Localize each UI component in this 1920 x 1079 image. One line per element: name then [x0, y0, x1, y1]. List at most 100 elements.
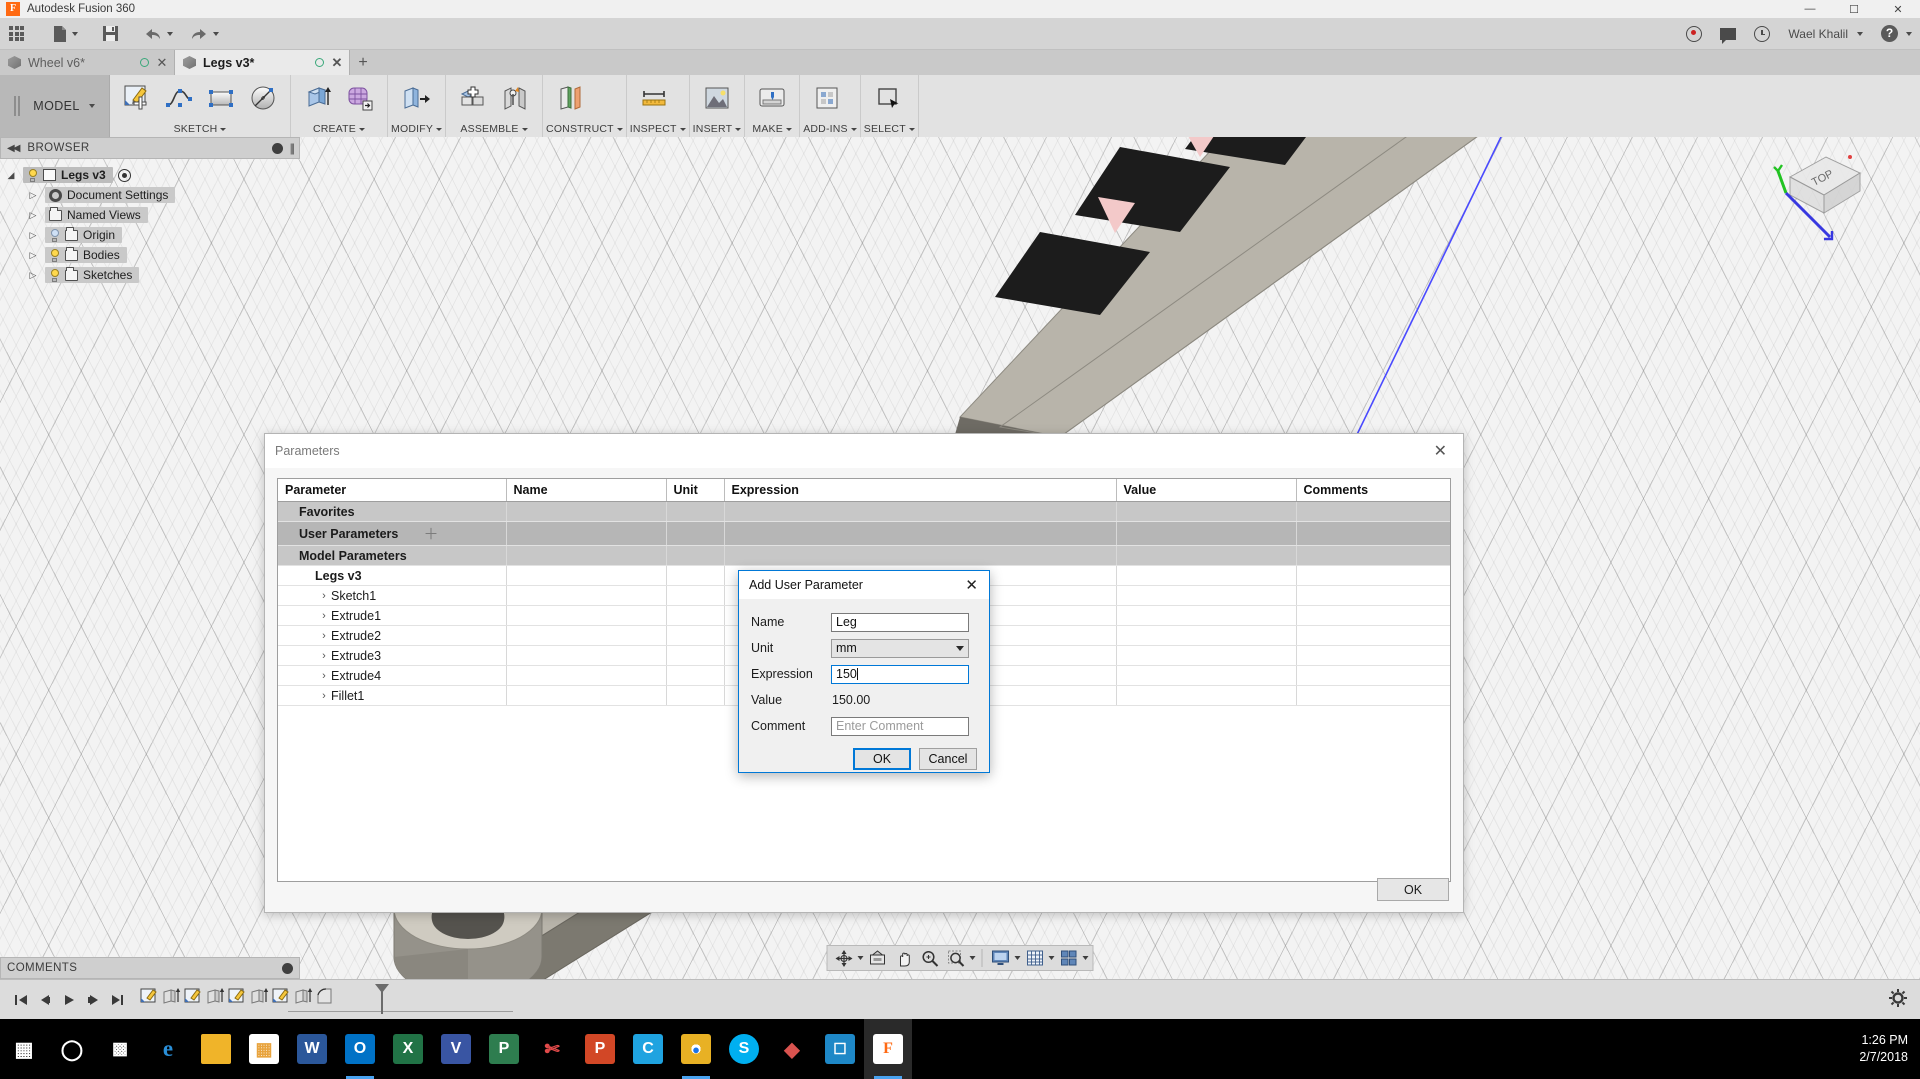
file-explorer-icon[interactable] [192, 1019, 240, 1079]
document-tab-wheel[interactable]: Wheel v6* ✕ [0, 50, 175, 75]
outlook-icon[interactable]: O [336, 1019, 384, 1079]
expand-arrow-icon[interactable]: ◢ [4, 170, 18, 181]
viewports-dropdown-icon[interactable] [1083, 956, 1089, 960]
tab-close-icon[interactable]: ✕ [331, 55, 343, 71]
expand-arrow-icon[interactable]: ▷ [26, 270, 40, 281]
visibility-bulb-icon[interactable] [49, 229, 60, 242]
publisher-icon[interactable]: P [480, 1019, 528, 1079]
joint-icon[interactable] [495, 78, 535, 118]
column-name[interactable]: Name [506, 479, 666, 502]
offset-plane-icon[interactable] [550, 78, 590, 118]
close-icon[interactable]: ✕ [958, 576, 985, 594]
create-sketch-icon[interactable] [117, 78, 157, 118]
go-to-beginning-icon[interactable] [10, 988, 32, 1012]
column-expression[interactable]: Expression [724, 479, 1116, 502]
workspace-switcher[interactable]: MODEL [0, 75, 110, 137]
chevron-right-icon[interactable]: › [317, 690, 331, 702]
pan-icon[interactable] [892, 947, 916, 969]
table-row[interactable]: User Parameters ＋ [278, 522, 1451, 546]
edge-icon[interactable]: e [144, 1019, 192, 1079]
browser-item-bodies[interactable]: ▷ Bodies [4, 245, 300, 265]
browser-item-origin[interactable]: ▷ Origin [4, 225, 300, 245]
orbit-icon[interactable] [832, 947, 856, 969]
timeline-feature-sketch3[interactable] [226, 983, 248, 1009]
document-tab-legs[interactable]: Legs v3* ✕ [175, 50, 350, 75]
ribbon-group-label[interactable]: INSERT [693, 121, 742, 137]
spline-icon[interactable] [159, 78, 199, 118]
cortana-button[interactable]: ◯ [48, 1019, 96, 1079]
timeline-feature-sketch1[interactable] [138, 983, 160, 1009]
close-icon[interactable]: ✕ [1428, 441, 1453, 461]
chevron-right-icon[interactable]: › [317, 630, 331, 642]
form-icon[interactable] [340, 78, 380, 118]
timeline-feature-fillet1[interactable] [314, 983, 336, 1009]
viewports-icon[interactable] [1057, 947, 1081, 969]
chevron-right-icon[interactable]: › [317, 590, 331, 602]
taskbar-clock[interactable]: 1:26 PM 2/7/2018 [1859, 1032, 1908, 1066]
save-icon[interactable] [97, 19, 124, 49]
expand-arrow-icon[interactable]: ▷ [26, 250, 40, 261]
onenote-icon[interactable]: ☐ [816, 1019, 864, 1079]
unit-select[interactable]: mm [831, 639, 969, 658]
powerpoint-icon[interactable]: P [576, 1019, 624, 1079]
new-component-icon[interactable] [453, 78, 493, 118]
ribbon-group-label[interactable]: CREATE [294, 121, 384, 137]
timeline-feature-sketch2[interactable] [182, 983, 204, 1009]
timeline-track[interactable] [288, 1011, 513, 1012]
skype-icon[interactable]: S [720, 1019, 768, 1079]
scripts-addins-icon[interactable] [807, 78, 847, 118]
minimize-button[interactable]: — [1788, 0, 1832, 18]
chevron-right-icon[interactable]: › [317, 670, 331, 682]
browser-item-sketches[interactable]: ▷ Sketches [4, 265, 300, 285]
start-button[interactable]: ▦ [0, 1019, 48, 1079]
extrude-icon[interactable] [298, 78, 338, 118]
timeline-feature-extrude1[interactable] [160, 983, 182, 1009]
step-back-icon[interactable] [34, 988, 56, 1012]
grip-icon[interactable]: ||| [290, 141, 293, 155]
new-tab-button[interactable]: + [350, 50, 376, 75]
name-input[interactable]: Leg [831, 613, 969, 632]
column-value[interactable]: Value [1116, 479, 1296, 502]
visibility-bulb-icon[interactable] [27, 169, 38, 182]
help-menu[interactable]: ? [1881, 25, 1912, 42]
mendeley-icon[interactable]: C [624, 1019, 672, 1079]
ribbon-group-label[interactable]: CONSTRUCT [546, 121, 623, 137]
chevron-right-icon[interactable]: › [317, 610, 331, 622]
expand-arrow-icon[interactable]: ▷ [26, 230, 40, 241]
zoom-window-icon[interactable] [944, 947, 968, 969]
play-icon[interactable] [58, 988, 80, 1012]
add-user-parameter-dialog[interactable]: Add User Parameter ✕ Name Leg Unit mm Ex… [738, 570, 990, 773]
expand-arrow-icon[interactable]: ▷ [26, 210, 40, 221]
comment-icon[interactable] [1720, 28, 1736, 40]
clock-icon[interactable] [1754, 26, 1770, 42]
redo-icon[interactable] [184, 19, 224, 49]
3d-viewport[interactable]: ◀◀ BROWSER ||| ◢ Legs v3 ▷ Document Sett… [0, 137, 1920, 979]
close-button[interactable]: ✕ [1876, 0, 1920, 18]
circle-icon[interactable] [243, 78, 283, 118]
visibility-bulb-icon[interactable] [49, 249, 60, 262]
visibility-bulb-icon[interactable] [49, 269, 60, 282]
chevron-down-icon[interactable]: ⱟ [301, 570, 315, 582]
column-parameter[interactable]: Parameter [278, 479, 506, 502]
timeline-settings-icon[interactable] [1888, 988, 1908, 1011]
ribbon-group-label[interactable]: INSPECT [630, 121, 686, 137]
ribbon-group-label[interactable]: ASSEMBLE [449, 121, 539, 137]
chrome-icon[interactable]: ● [672, 1019, 720, 1079]
timeline-feature-sketch4[interactable] [270, 983, 292, 1009]
expression-input[interactable]: 150 [831, 665, 969, 684]
chevron-down-icon[interactable]: ⱟ [285, 550, 299, 562]
record-icon[interactable] [1686, 26, 1702, 42]
timeline-feature-extrude3[interactable] [248, 983, 270, 1009]
ribbon-group-label[interactable]: MODIFY [391, 121, 442, 137]
collapse-left-icon[interactable]: ◀◀ [7, 143, 18, 154]
parameters-ok-button[interactable]: OK [1377, 878, 1449, 901]
apps-grid-icon[interactable] [4, 19, 29, 49]
microsoft-store-icon[interactable]: ▦ [240, 1019, 288, 1079]
step-forward-icon[interactable] [82, 988, 104, 1012]
insert-image-icon[interactable] [697, 78, 737, 118]
ribbon-group-label[interactable]: MAKE [748, 121, 796, 137]
ribbon-group-label[interactable]: ADD-INS [803, 121, 857, 137]
visio-icon[interactable]: V [432, 1019, 480, 1079]
view-cube[interactable]: TOP [1738, 143, 1888, 243]
press-pull-icon[interactable] [395, 78, 435, 118]
